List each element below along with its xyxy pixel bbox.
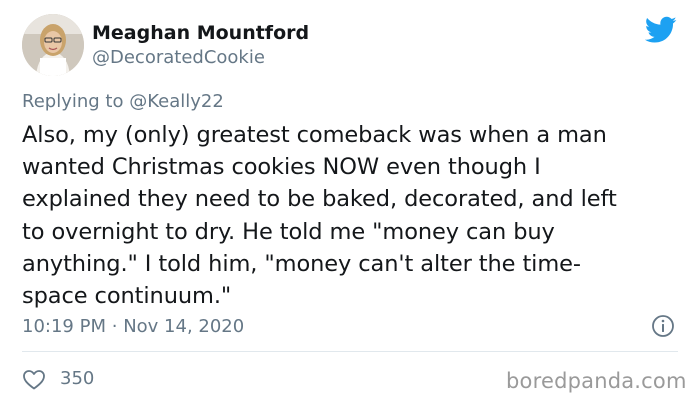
author-name[interactable]: Meaghan Mountford xyxy=(92,22,309,44)
like-count: 350 xyxy=(60,368,95,389)
tweet-text-line: anything." I told him, "money can't alte… xyxy=(22,250,581,277)
tweet-text: Also, my (only) greatest comeback was wh… xyxy=(22,119,692,312)
tweet-time: 10:19 PM xyxy=(22,316,106,337)
twitter-bird-icon[interactable] xyxy=(645,16,677,44)
heart-icon[interactable] xyxy=(22,368,46,390)
tweet-text-line: space continuum." xyxy=(22,283,232,310)
avatar[interactable] xyxy=(22,14,84,76)
author-handle[interactable]: @DecoratedCookie xyxy=(92,47,265,68)
watermark: boredpanda.com xyxy=(506,369,687,393)
tweet-date: Nov 14, 2020 xyxy=(123,316,245,337)
tweet-text-line: explained they need to be baked, decorat… xyxy=(22,186,617,213)
tweet-text-line: Also, my (only) greatest comeback was wh… xyxy=(22,122,607,148)
tweet-text-line: to overnight to dry. He told me "money c… xyxy=(22,218,555,245)
divider xyxy=(22,351,678,352)
tweet-timestamp[interactable]: 10:19 PM · Nov 14, 2020 xyxy=(22,316,244,337)
reply-mention[interactable]: @Keally22 xyxy=(129,91,224,112)
reply-context: Replying to @Keally22 xyxy=(22,91,224,112)
timestamp-separator: · xyxy=(111,316,118,337)
tweet-card: Meaghan Mountford @DecoratedCookie Reply… xyxy=(0,0,700,406)
info-icon[interactable] xyxy=(651,314,675,338)
reply-prefix: Replying to xyxy=(22,91,124,112)
tweet-text-line: wanted Christmas cookies NOW even though… xyxy=(22,154,541,181)
avatar-image xyxy=(22,14,84,76)
